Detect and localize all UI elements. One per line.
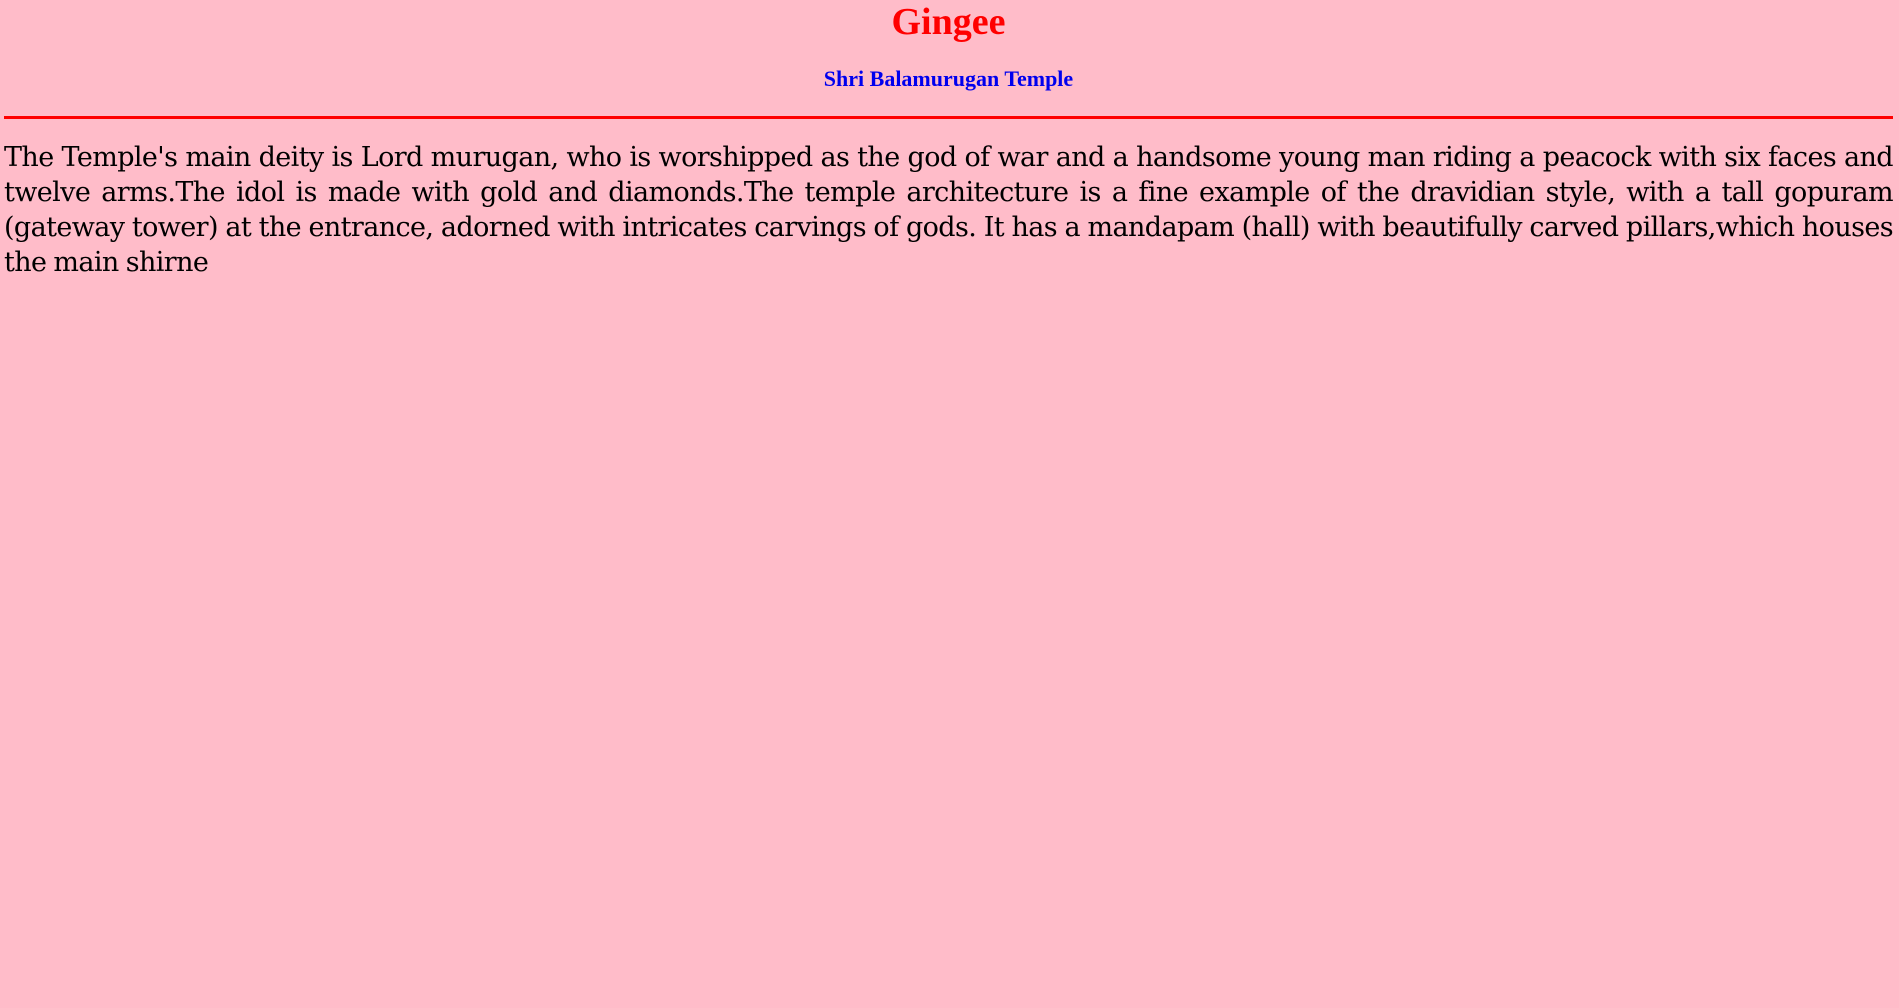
- horizontal-rule: [4, 116, 1893, 119]
- page-content: Gingee Shri Balamurugan Temple The Templ…: [4, 0, 1894, 280]
- page-title: Gingee: [891, 1, 1006, 43]
- page-subtitle: Shri Balamurugan Temple: [823, 66, 1074, 91]
- description-paragraph: The Temple's main deity is Lord murugan,…: [4, 142, 1894, 278]
